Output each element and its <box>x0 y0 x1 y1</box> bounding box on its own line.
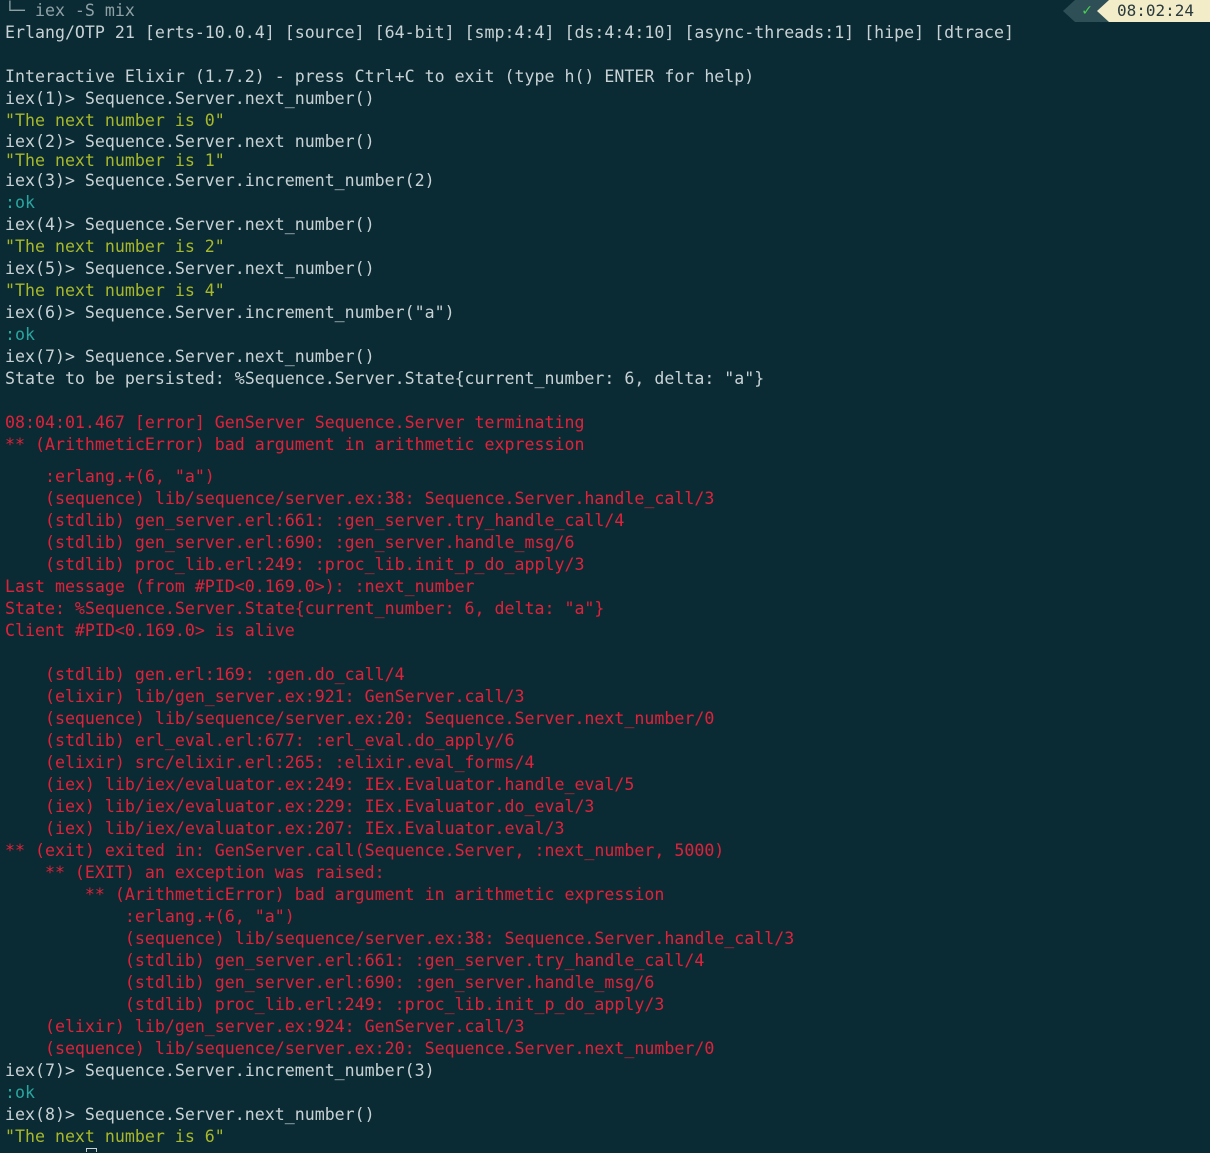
prompt-line: iex(4)> Sequence.Server.next_number() <box>5 215 375 234</box>
error-output-line <box>5 456 1210 466</box>
error-output-line: (sequence) lib/sequence/server.ex:38: Se… <box>5 489 715 508</box>
error-output-line: (stdlib) gen_server.erl:690: :gen_server… <box>5 973 655 992</box>
output-line: "The next number is 4" <box>5 281 225 300</box>
status-separator <box>1063 0 1076 22</box>
error-output-line: State: %Sequence.Server.State{current_nu… <box>5 599 605 618</box>
prompt-line: iex(7)> Sequence.Server.next_number() <box>5 347 375 366</box>
output-line: :ok <box>5 1083 35 1102</box>
error-output-line: (iex) lib/iex/evaluator.ex:229: IEx.Eval… <box>5 797 595 816</box>
output-line: State to be persisted: %Sequence.Server.… <box>5 369 765 388</box>
error-output-line: (sequence) lib/sequence/server.ex:20: Se… <box>5 709 715 728</box>
prompt-line: iex(1)> Sequence.Server.next_number() <box>5 89 375 108</box>
error-output-line: (sequence) lib/sequence/server.ex:20: Se… <box>5 1039 715 1058</box>
check-icon: ✓ <box>1075 0 1097 22</box>
error-output-line: (iex) lib/iex/evaluator.ex:207: IEx.Eval… <box>5 819 565 838</box>
error-output-line: Client #PID<0.169.0> is alive <box>5 621 295 640</box>
output-line: "The next number is 1" <box>5 151 225 170</box>
error-output-line: (stdlib) gen_server.erl:690: :gen_server… <box>5 533 575 552</box>
prompt-line: iex(8)> Sequence.Server.next_number() <box>5 1105 375 1124</box>
output-line: "The next number is 6" <box>5 1127 225 1146</box>
error-output-line: (elixir) lib/gen_server.ex:924: GenServe… <box>5 1017 525 1036</box>
error-output-line: (stdlib) proc_lib.erl:249: :proc_lib.ini… <box>5 555 585 574</box>
text-cursor <box>86 1148 97 1152</box>
error-output-line: (stdlib) gen_server.erl:661: :gen_server… <box>5 511 625 530</box>
error-output-line: Last message (from #PID<0.169.0>): :next… <box>5 577 475 596</box>
error-output-line: (stdlib) erl_eval.erl:677: :erl_eval.do_… <box>5 731 515 750</box>
output-line: Erlang/OTP 21 [erts-10.0.4] [source] [64… <box>5 23 1015 42</box>
prompt-line: iex(6)> Sequence.Server.increment_number… <box>5 303 455 322</box>
output-line: :ok <box>5 325 35 344</box>
error-output-line: :erlang.+(6, "a") <box>5 907 295 926</box>
error-output-line: :erlang.+(6, "a") <box>5 467 215 486</box>
error-output-line: (stdlib) gen.erl:169: :gen.do_call/4 <box>5 665 405 684</box>
prompt-line: iex(5)> Sequence.Server.next_number() <box>5 259 375 278</box>
error-output-line: (sequence) lib/sequence/server.ex:38: Se… <box>5 929 795 948</box>
output-line: "The next number is 0" <box>5 111 225 130</box>
status-separator <box>1096 0 1109 22</box>
error-output-line: (stdlib) gen_server.erl:661: :gen_server… <box>5 951 705 970</box>
error-output-line: (iex) lib/iex/evaluator.ex:249: IEx.Eval… <box>5 775 635 794</box>
error-output-line: 08:04:01.467 [error] GenServer Sequence.… <box>5 413 585 432</box>
error-output-line <box>5 642 1210 664</box>
error-output-line: ** (exit) exited in: GenServer.call(Sequ… <box>5 841 725 860</box>
error-output-line: (elixir) src/elixir.erl:265: :elixir.eva… <box>5 753 535 772</box>
terminal-output: └─ iex -S mix Erlang/OTP 21 [erts-10.0.4]… <box>5 0 1210 1148</box>
output-line: "The next number is 2" <box>5 237 225 256</box>
error-output-line: ** (EXIT) an exception was raised: <box>5 863 385 882</box>
error-output-line: (elixir) lib/gen_server.ex:921: GenServe… <box>5 687 525 706</box>
output-line: Interactive Elixir (1.7.2) - press Ctrl+… <box>5 67 755 86</box>
output-line: :ok <box>5 193 35 212</box>
prompt-line: iex(2)> Sequence.Server.next number() <box>5 132 375 151</box>
prompt-line: iex(7)> Sequence.Server.increment_number… <box>5 1061 435 1080</box>
prompt-line: iex(3)> Sequence.Server.increment_number… <box>5 171 435 190</box>
status-time: 08:02:24 <box>1108 0 1210 22</box>
error-output-line: (stdlib) proc_lib.erl:249: :proc_lib.ini… <box>5 995 665 1014</box>
error-output-line: ** (ArithmeticError) bad argument in ari… <box>5 885 665 904</box>
prompt-status-bar: ✓ 08:02:24 <box>1063 0 1210 22</box>
output-line: └─ iex -S mix <box>5 1 135 20</box>
terminal-window[interactable]: └─ iex -S mix Erlang/OTP 21 [erts-10.0.4]… <box>0 0 1210 1153</box>
error-output-line: ** (ArithmeticError) bad argument in ari… <box>5 435 585 454</box>
